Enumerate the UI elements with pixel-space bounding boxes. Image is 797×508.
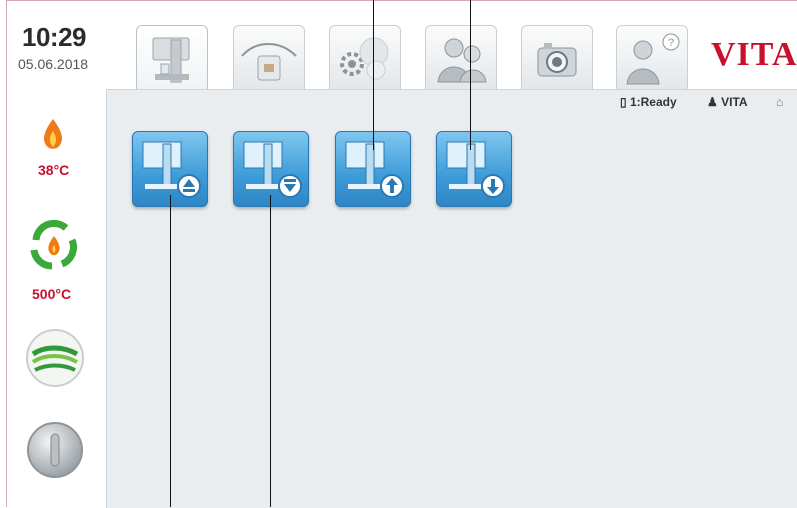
user-icon: ♟ bbox=[707, 95, 718, 109]
frame-top-border bbox=[6, 0, 797, 1]
program-slot-icon: ▯ bbox=[620, 95, 627, 109]
tab-settings[interactable] bbox=[329, 25, 401, 90]
green-wave-icon bbox=[26, 329, 84, 387]
svg-text:?: ? bbox=[668, 37, 674, 49]
tab-help[interactable]: ? bbox=[616, 25, 688, 90]
leader-line-button-1 bbox=[170, 195, 171, 507]
chamber-temperature-indicator bbox=[38, 117, 68, 156]
program-button-lift-down[interactable] bbox=[233, 131, 309, 207]
tab-users[interactable] bbox=[425, 25, 497, 90]
program-status: ▯ 1:Ready bbox=[620, 95, 677, 109]
leader-line-button-3 bbox=[373, 0, 374, 150]
firing-chamber-icon bbox=[152, 37, 190, 83]
clock-time: 10:29 bbox=[22, 22, 87, 52]
power-button[interactable] bbox=[25, 420, 85, 485]
tab-program-curve[interactable] bbox=[233, 25, 305, 90]
energy-saving-button[interactable] bbox=[25, 328, 85, 393]
standby-temperature: 500°C bbox=[32, 286, 72, 302]
users-icon bbox=[437, 38, 487, 83]
program-curve-icon bbox=[241, 43, 297, 81]
camera-icon bbox=[537, 43, 577, 77]
brand-logo: VITA bbox=[711, 36, 797, 73]
clock-date: 05.06.2018 bbox=[18, 56, 89, 72]
lift-down-step-icon bbox=[446, 141, 505, 198]
standby-button[interactable] bbox=[26, 218, 82, 279]
leader-line-button-2 bbox=[270, 195, 271, 507]
settings-gears-icon bbox=[340, 37, 389, 80]
tab-firing-chamber[interactable] bbox=[136, 25, 208, 98]
lock-icon[interactable]: ⌂ bbox=[776, 95, 783, 109]
power-icon bbox=[27, 422, 83, 478]
tab-camera[interactable] bbox=[521, 25, 593, 90]
help-icon: ? bbox=[626, 33, 680, 85]
frame-left-border bbox=[6, 0, 7, 507]
flame-icon bbox=[44, 119, 62, 149]
lift-down-icon bbox=[243, 141, 302, 198]
chamber-temperature: 38°C bbox=[38, 162, 70, 178]
program-button-lift-down-step[interactable] bbox=[436, 131, 512, 207]
leader-line-button-4 bbox=[470, 0, 471, 150]
program-status-text: 1:Ready bbox=[629, 95, 677, 109]
user-status: ♟ VITA bbox=[707, 95, 748, 109]
recycle-flame-icon bbox=[28, 219, 80, 272]
user-name: VITA bbox=[721, 95, 748, 109]
